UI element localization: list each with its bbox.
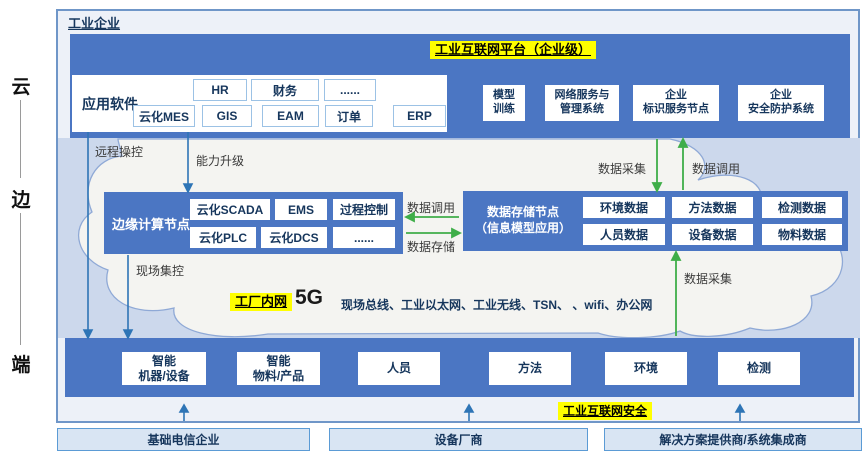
- data-chip-person: 人员数据: [583, 224, 665, 245]
- service-model-training: 模型 训练: [483, 85, 525, 121]
- terminal-person: 人员: [358, 352, 440, 385]
- app-chip-erp: ERP: [393, 105, 446, 127]
- flow-data-collect-top: 数据采集: [598, 160, 646, 177]
- app-software-label: 应用软件: [82, 75, 138, 132]
- app-chip-order: 订单: [325, 105, 373, 127]
- data-chip-material: 物料数据: [762, 224, 842, 245]
- diagram-stage: 云 边 端 工业企业 工业互联网平台（企业级） 应用软件 HR 财务 .....…: [0, 0, 865, 454]
- edge-chip-more: ......: [333, 227, 395, 248]
- rail-connector: [20, 213, 21, 345]
- flow-capability-upgrade: 能力升级: [196, 152, 244, 169]
- app-chip-more: ......: [324, 79, 376, 101]
- data-chip-method: 方法数据: [672, 197, 753, 218]
- flow-data-call-top: 数据调用: [692, 160, 740, 177]
- rail-label-edge: 边: [6, 185, 36, 212]
- terminal-detect: 检测: [718, 352, 800, 385]
- app-chip-hr: HR: [193, 79, 247, 101]
- rail-label-cloud: 云: [6, 72, 36, 99]
- flow-site-control: 现场集控: [136, 262, 184, 279]
- terminal-method: 方法: [489, 352, 571, 385]
- data-chip-device: 设备数据: [672, 224, 753, 245]
- org-telecom: 基础电信企业: [57, 428, 310, 451]
- intranet-label: 工厂内网: [230, 293, 292, 311]
- service-id-node: 企业 标识服务节点: [633, 85, 719, 121]
- edge-chip-dcs: 云化DCS: [261, 227, 327, 248]
- network-list: 现场总线、工业以太网、工业无线、TSN、 、wifi、办公网: [341, 296, 652, 313]
- rail-connector: [20, 100, 21, 178]
- rail-label-terminal: 端: [6, 350, 36, 377]
- flow-data-call-mid: 数据调用: [407, 199, 455, 216]
- terminal-smart-machine: 智能 机器/设备: [122, 352, 206, 385]
- app-chip-eam: EAM: [262, 105, 319, 127]
- org-integrator: 解决方案提供商/系统集成商: [604, 428, 862, 451]
- edge-chip-scada: 云化SCADA: [190, 199, 270, 220]
- flow-data-collect-bottom: 数据采集: [684, 270, 732, 287]
- app-chip-finance: 财务: [251, 79, 319, 101]
- network-5g: 5G: [295, 286, 323, 310]
- edge-chip-plc: 云化PLC: [190, 227, 256, 248]
- flow-data-store-mid: 数据存储: [407, 238, 455, 255]
- data-chip-env: 环境数据: [583, 197, 665, 218]
- service-network-mgmt: 网络服务与 管理系统: [545, 85, 619, 121]
- security-label: 工业互联网安全: [558, 402, 652, 420]
- org-equipment: 设备厂商: [329, 428, 588, 451]
- data-node-label: 数据存储节点 （信息模型应用）: [469, 191, 577, 251]
- data-chip-detect: 检测数据: [762, 197, 842, 218]
- edge-chip-ems: EMS: [275, 199, 327, 220]
- app-chip-gis: GIS: [202, 105, 252, 127]
- flow-remote-control: 远程操控: [95, 143, 143, 160]
- edge-node-label: 边缘计算节点: [112, 192, 190, 254]
- service-security-system: 企业 安全防护系统: [738, 85, 824, 121]
- enterprise-title: 工业企业: [68, 13, 120, 32]
- app-chip-mes: 云化MES: [133, 105, 195, 127]
- terminal-smart-material: 智能 物料/产品: [237, 352, 320, 385]
- platform-title: 工业互联网平台（企业级）: [430, 41, 596, 59]
- terminal-env: 环境: [605, 352, 687, 385]
- edge-chip-process-control: 过程控制: [333, 199, 395, 220]
